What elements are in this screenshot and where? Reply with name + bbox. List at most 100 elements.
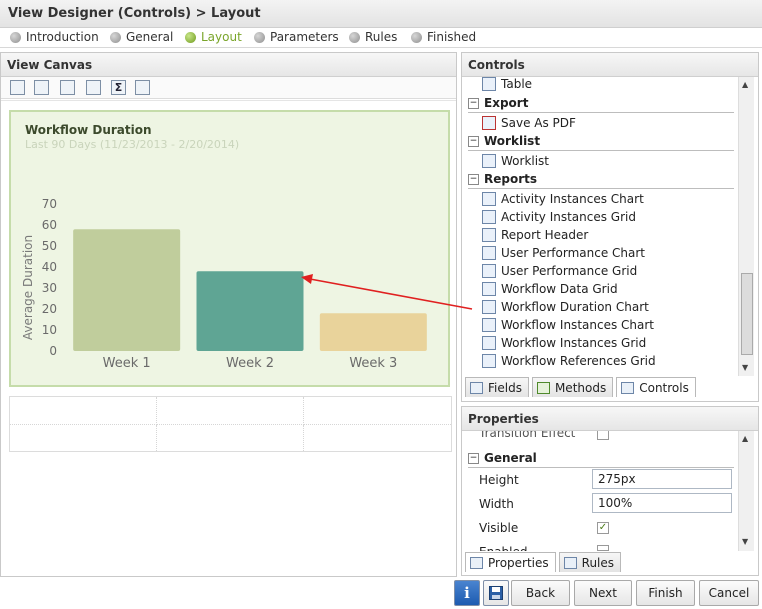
control-item-workflow-instances-grid[interactable]: Workflow Instances Grid	[482, 336, 646, 350]
control-item-user-performance-chart[interactable]: User Performance Chart	[482, 246, 645, 260]
control-item-activity-instances-grid[interactable]: Activity Instances Grid	[482, 210, 636, 224]
bar-week-1	[73, 229, 181, 351]
control-item-user-performance-grid[interactable]: User Performance Grid	[482, 264, 637, 278]
scroll-down-icon[interactable]: ▼	[742, 363, 748, 372]
enabled-checkbox[interactable]	[597, 545, 609, 551]
control-item-activity-instances-chart[interactable]: Activity Instances Chart	[482, 192, 644, 206]
table-cell[interactable]	[10, 397, 157, 425]
fields-icon	[470, 381, 483, 394]
step-label: Finished	[427, 30, 477, 44]
control-item-workflow-instances-chart[interactable]: Workflow Instances Chart	[482, 318, 654, 332]
collapse-icon[interactable]: −	[468, 97, 479, 109]
y-tick-label: 50	[42, 239, 57, 253]
step-label: Layout	[201, 30, 242, 44]
table-cell[interactable]	[304, 397, 451, 425]
next-button[interactable]: Next	[574, 580, 632, 606]
step-finished[interactable]: Finished	[411, 30, 476, 44]
group-export[interactable]: − Export	[468, 96, 528, 110]
add-row-icon[interactable]	[10, 80, 25, 95]
property-checkbox[interactable]	[597, 431, 609, 440]
tab-fields[interactable]: Fields	[465, 377, 529, 397]
x-tick-label: Week 3	[349, 356, 397, 371]
group-divider	[468, 112, 734, 113]
back-button[interactable]: Back	[511, 580, 570, 606]
edit-layout-icon[interactable]	[34, 80, 49, 95]
tab-properties[interactable]: Properties	[465, 552, 556, 572]
width-field[interactable]: 100%	[592, 493, 732, 513]
properties-tabs: Properties Rules	[462, 552, 622, 574]
bar-week-3	[319, 313, 427, 351]
table-cell[interactable]	[157, 397, 304, 425]
section-label: General	[484, 451, 537, 465]
control-item-report-header[interactable]: Report Header	[482, 228, 588, 242]
property-label-visible: Visible	[479, 521, 519, 535]
step-general[interactable]: General	[110, 30, 173, 44]
y-tick-label: 30	[42, 281, 57, 295]
collapse-icon[interactable]: −	[468, 452, 479, 464]
collapse-icon[interactable]: −	[468, 173, 479, 185]
sum-icon[interactable]: Σ	[111, 80, 126, 95]
table-icon	[482, 77, 496, 91]
property-section-general[interactable]: − General	[468, 451, 537, 465]
collapse-icon[interactable]: −	[468, 135, 479, 147]
control-label: User Performance Chart	[501, 246, 645, 260]
y-tick-label: 10	[42, 323, 57, 337]
control-item-table[interactable]: Table	[482, 77, 532, 91]
step-introduction[interactable]: Introduction	[10, 30, 99, 44]
step-label: Rules	[365, 30, 398, 44]
table-cell[interactable]	[304, 425, 451, 451]
controls-tabs: Fields Methods Controls	[462, 377, 696, 399]
control-item-workflow-references-grid[interactable]: Workflow References Grid	[482, 354, 656, 368]
group-worklist[interactable]: − Worklist	[468, 134, 540, 148]
control-item-worklist[interactable]: Worklist	[482, 154, 549, 168]
grid-icon	[482, 282, 496, 296]
layout-table[interactable]	[9, 396, 452, 452]
bar-week-2	[196, 271, 304, 351]
save-icon[interactable]	[483, 580, 509, 606]
table-cell[interactable]	[157, 425, 304, 451]
group-divider	[468, 150, 734, 151]
step-rules[interactable]: Rules	[349, 30, 397, 44]
scroll-up-icon[interactable]: ▲	[742, 434, 748, 443]
property-label-width: Width	[479, 497, 514, 511]
step-label: Introduction	[26, 30, 99, 44]
height-field[interactable]: 275px	[592, 469, 732, 489]
properties-scrollbar[interactable]: ▲ ▼	[738, 431, 754, 551]
tab-methods[interactable]: Methods	[531, 377, 614, 397]
properties-icon[interactable]	[135, 80, 150, 95]
controls-header: Controls	[462, 53, 758, 77]
info-icon[interactable]: i	[454, 580, 480, 606]
step-dot-icon	[254, 31, 265, 43]
control-item-workflow-data-grid[interactable]: Workflow Data Grid	[482, 282, 618, 296]
tab-rules[interactable]: Rules	[558, 552, 622, 572]
view-canvas-panel: View Canvas Σ Workflow Duration Last 90 …	[0, 52, 457, 577]
table-cell[interactable]	[10, 425, 157, 451]
control-label: Workflow Duration Chart	[501, 300, 649, 314]
window-title: View Designer (Controls) > Layout	[8, 6, 261, 21]
scroll-up-icon[interactable]: ▲	[742, 80, 748, 89]
export-icon[interactable]	[86, 80, 101, 95]
tab-controls[interactable]: Controls	[616, 377, 696, 397]
view-canvas-header: View Canvas	[1, 53, 456, 77]
chart-icon	[482, 318, 496, 332]
tab-label: Properties	[488, 555, 549, 570]
scrollbar-thumb[interactable]	[741, 273, 753, 355]
finish-button[interactable]: Finish	[636, 580, 695, 606]
controls-scrollbar[interactable]: ▲ ▼	[738, 77, 754, 376]
control-label: Workflow Data Grid	[501, 282, 618, 296]
visible-checkbox[interactable]: ✓	[597, 522, 609, 534]
cancel-button[interactable]: Cancel	[699, 580, 759, 606]
y-tick-label: 60	[42, 218, 57, 232]
step-label: General	[126, 30, 174, 44]
group-reports[interactable]: − Reports	[468, 172, 537, 186]
insert-table-icon[interactable]	[60, 80, 75, 95]
step-parameters[interactable]: Parameters	[254, 30, 339, 44]
tab-label: Methods	[554, 380, 607, 395]
scroll-down-icon[interactable]: ▼	[742, 537, 748, 546]
section-divider	[468, 467, 734, 468]
control-item-workflow-duration-chart[interactable]: Workflow Duration Chart	[482, 300, 649, 314]
control-item-save-as-pdf[interactable]: Save As PDF	[482, 116, 576, 130]
properties-list: Transition Effect − General Height 275px …	[462, 431, 738, 551]
workflow-duration-chart[interactable]: Workflow Duration Last 90 Days (11/23/20…	[9, 110, 450, 387]
step-layout[interactable]: Layout	[185, 30, 242, 44]
